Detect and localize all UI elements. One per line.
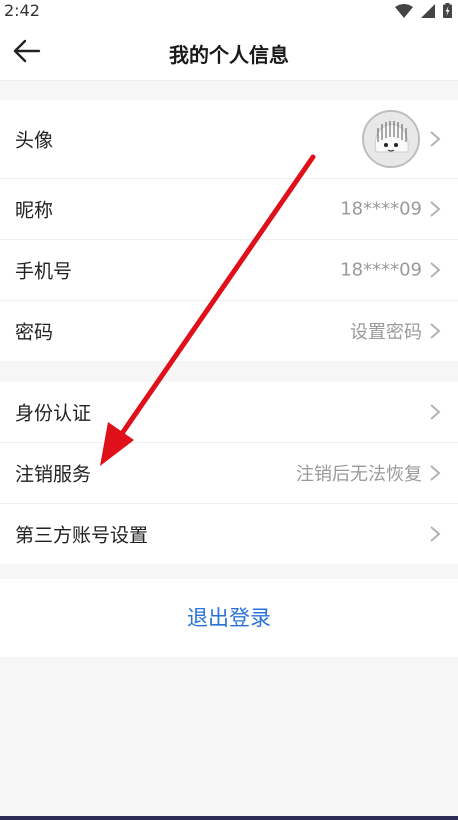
- phone-value: 18****09: [340, 259, 422, 281]
- phone-label: 手机号: [15, 260, 73, 283]
- password-value: 设置密码: [350, 322, 422, 343]
- nickname-value: 18****09: [340, 198, 422, 220]
- third-party-row[interactable]: 第三方账号设置: [0, 504, 458, 564]
- status-icons: [395, 3, 452, 18]
- chevron-right-icon: [430, 201, 441, 217]
- identity-row[interactable]: 身份认证: [0, 382, 458, 443]
- avatar-image: [364, 112, 418, 166]
- bottom-divider: [0, 816, 458, 820]
- status-time: 2:42: [4, 1, 40, 20]
- identity-label: 身份认证: [15, 402, 92, 425]
- nickname-label: 昵称: [15, 199, 54, 222]
- phone-row[interactable]: 手机号 18****09: [0, 240, 458, 301]
- avatar-row[interactable]: 头像: [0, 100, 458, 179]
- cancel-service-value: 注销后无法恢复: [296, 464, 422, 485]
- status-bar: 2:42: [0, 0, 458, 22]
- cancel-service-row[interactable]: 注销服务 注销后无法恢复: [0, 443, 458, 504]
- cancel-service-label: 注销服务: [15, 463, 92, 486]
- nav-bar: 我的个人信息: [0, 22, 458, 81]
- password-row[interactable]: 密码 设置密码: [0, 301, 458, 361]
- profile-group: 头像 昵称 18****09 手机号 18****09 密码 设置密码: [0, 100, 458, 361]
- password-label: 密码: [15, 321, 54, 344]
- chevron-right-icon: [430, 465, 441, 481]
- wifi-icon: [395, 3, 413, 18]
- chevron-right-icon: [430, 404, 441, 420]
- signal-icon: [421, 3, 435, 18]
- avatar[interactable]: [362, 110, 420, 168]
- chevron-right-icon: [430, 323, 441, 339]
- nickname-row[interactable]: 昵称 18****09: [0, 179, 458, 240]
- page-title: 我的个人信息: [169, 43, 289, 67]
- battery-icon: [443, 3, 452, 18]
- chevron-right-icon: [430, 526, 441, 542]
- chevron-right-icon: [430, 131, 441, 147]
- logout-button[interactable]: 退出登录: [0, 579, 458, 657]
- avatar-label: 头像: [15, 129, 54, 152]
- third-party-label: 第三方账号设置: [15, 524, 149, 547]
- chevron-right-icon: [430, 262, 441, 278]
- account-group: 身份认证 注销服务 注销后无法恢复 第三方账号设置: [0, 382, 458, 564]
